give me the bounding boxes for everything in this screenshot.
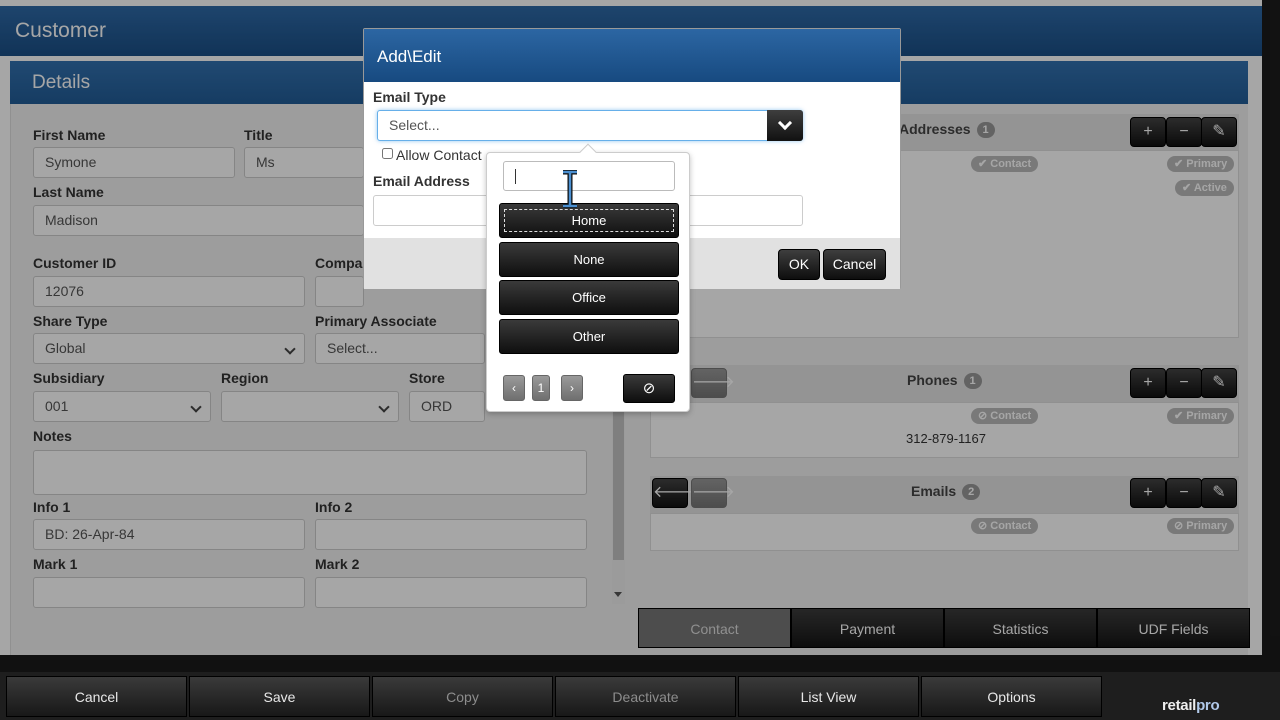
- option-other[interactable]: Other: [499, 319, 679, 354]
- allow-contact-label: Allow Contact: [396, 147, 482, 163]
- page-number: 1: [532, 375, 550, 401]
- footer-deactivate-button[interactable]: Deactivate: [555, 676, 736, 717]
- clear-selection-icon[interactable]: ⊘: [623, 374, 675, 403]
- email-type-dropdown: Home None Office Other ‹ 1 › ⊘: [486, 143, 690, 412]
- dialog-header: Add\Edit: [364, 29, 900, 82]
- footer-cancel-button[interactable]: Cancel: [6, 676, 187, 717]
- email-type-placeholder: Select...: [389, 117, 440, 133]
- ibeam-cursor-icon: [563, 170, 577, 208]
- dropdown-search-input[interactable]: [503, 161, 675, 191]
- footer-copy-button[interactable]: Copy: [372, 676, 553, 717]
- chevron-right-icon[interactable]: ›: [561, 375, 583, 401]
- text-caret: [515, 169, 516, 184]
- dialog-title: Add\Edit: [377, 47, 442, 66]
- email-type-select[interactable]: Select...: [377, 110, 803, 141]
- allow-contact-checkbox[interactable]: [382, 148, 393, 159]
- chevron-left-icon[interactable]: ‹: [503, 375, 525, 401]
- footer-save-button[interactable]: Save: [189, 676, 370, 717]
- option-office[interactable]: Office: [499, 280, 679, 315]
- email-address-label: Email Address: [373, 173, 470, 189]
- retailpro-logo: retailpro: [1162, 697, 1220, 714]
- option-home[interactable]: Home: [499, 203, 679, 238]
- ok-button[interactable]: OK: [778, 249, 820, 280]
- option-none[interactable]: None: [499, 242, 679, 277]
- cancel-button[interactable]: Cancel: [823, 249, 886, 280]
- chevron-down-icon[interactable]: [767, 110, 803, 141]
- footer-options-button[interactable]: Options: [921, 676, 1102, 717]
- option-home-label: Home: [504, 209, 674, 232]
- email-type-label: Email Type: [373, 89, 446, 105]
- footer-list-view-button[interactable]: List View: [738, 676, 919, 717]
